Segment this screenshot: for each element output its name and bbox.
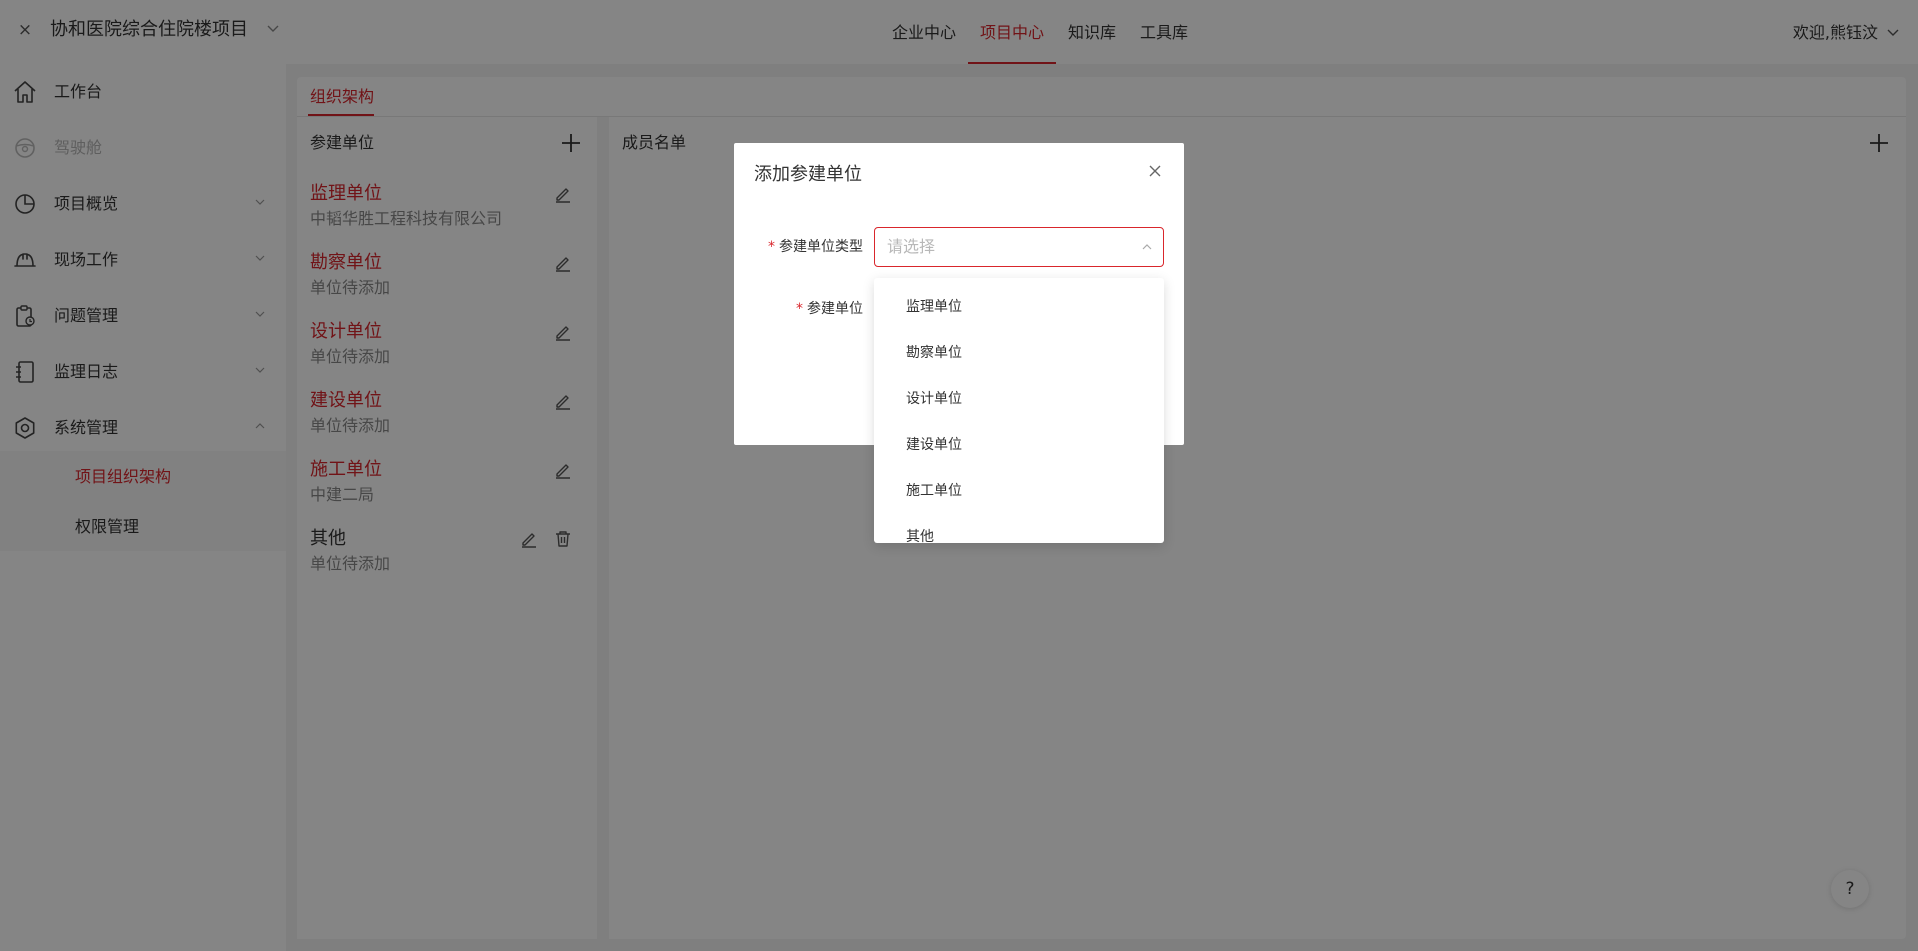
unit-type-label: * 参建单位类型	[768, 239, 863, 255]
dropdown-option-owner[interactable]: 建设单位	[874, 422, 1164, 468]
required-mark: *	[796, 301, 803, 317]
select-placeholder: 请选择	[887, 237, 936, 256]
dropdown-option-survey[interactable]: 勘察单位	[874, 330, 1164, 376]
unit-type-dropdown: 监理单位 勘察单位 设计单位 建设单位 施工单位 其他	[874, 278, 1164, 543]
required-mark: *	[768, 239, 775, 255]
unit-type-select[interactable]: 请选择	[874, 227, 1164, 267]
dropdown-option-design[interactable]: 设计单位	[874, 376, 1164, 422]
close-icon[interactable]	[1148, 164, 1162, 178]
dialog-title: 添加参建单位	[754, 164, 862, 185]
unit-label: * 参建单位	[796, 301, 863, 317]
dropdown-option-contractor[interactable]: 施工单位	[874, 468, 1164, 514]
dropdown-option-supervision[interactable]: 监理单位	[874, 284, 1164, 330]
dropdown-option-other[interactable]: 其他	[874, 514, 1164, 543]
chevron-up-icon	[1142, 244, 1152, 250]
